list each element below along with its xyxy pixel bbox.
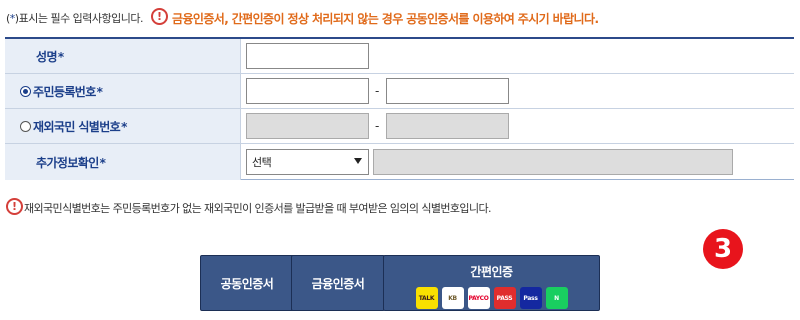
financial-cert-button[interactable]: 금융인증서: [291, 255, 385, 311]
required-star: *: [99, 155, 106, 170]
simple-auth-button[interactable]: 간편인증 TALK KB PAYCO PASS Pass N: [383, 255, 600, 311]
top-notes: (*)표시는 필수 입력사항입니다. ! 금융인증서, 간편인증이 정상 처리되…: [6, 6, 796, 28]
extra-info-select[interactable]: 선택: [246, 149, 369, 175]
name-input[interactable]: [246, 43, 369, 69]
resident-number-label-cell: 주민등록번호*: [5, 74, 241, 108]
payco-icon[interactable]: PAYCO: [467, 287, 490, 309]
step-badge: 3: [703, 229, 743, 269]
simple-auth-button-label: 간편인증: [470, 265, 513, 279]
form-row-overseas-number: 재외국민 식별번호* -: [5, 109, 794, 144]
pass-icon[interactable]: PASS: [493, 287, 516, 309]
provider-label: KB: [448, 294, 457, 302]
extra-info-label-cell: 추가정보확인*: [5, 144, 241, 180]
top-warning-text: 금융인증서, 간편인증이 정상 처리되지 않는 경우 공동인증서를 이용하여 주…: [172, 12, 599, 26]
provider-label: PAYCO: [468, 294, 489, 302]
overseas-number-label-cell: 재외국민 식별번호*: [5, 109, 241, 143]
form-row-resident-number: 주민등록번호* -: [5, 74, 794, 109]
financial-cert-button-label: 금융인증서: [311, 276, 365, 291]
extra-info-input[interactable]: [373, 149, 733, 175]
provider-label: TALK: [418, 294, 435, 302]
form-row-extra-info: 추가정보확인* 선택: [5, 144, 794, 180]
kakaotalk-icon[interactable]: TALK: [415, 287, 438, 309]
required-star: *: [96, 84, 103, 99]
overseas-number-back-input[interactable]: [386, 113, 509, 139]
name-label-cell: 성명*: [5, 39, 241, 73]
overseas-number-label-text: 재외국민 식별번호: [33, 119, 121, 134]
warning-icon: !: [6, 198, 23, 215]
form-row-name: 성명*: [5, 39, 794, 74]
overseas-number-label: 재외국민 식별번호*: [33, 118, 127, 135]
extra-info-select-value: 선택: [252, 156, 272, 169]
provider-label: PASS: [496, 294, 513, 302]
extra-info-label: 추가정보확인*: [36, 154, 106, 171]
chevron-down-icon: [354, 158, 362, 164]
required-note-text: )표시는 필수 입력사항입니다.: [14, 12, 144, 25]
provider-logos: TALK KB PAYCO PASS Pass N: [415, 287, 568, 309]
provider-label: N: [554, 294, 559, 302]
name-label: 성명*: [36, 48, 64, 65]
resident-number-label: 주민등록번호*: [33, 83, 103, 100]
resident-number-back-input[interactable]: [386, 78, 509, 104]
required-star: *: [121, 119, 127, 134]
kb-icon[interactable]: KB: [441, 287, 464, 309]
overseas-number-radio[interactable]: [20, 120, 31, 132]
extra-info-label-text: 추가정보확인: [36, 155, 99, 170]
overseas-number-dash: -: [375, 119, 380, 133]
samsung-pass-icon[interactable]: Pass: [519, 287, 542, 309]
joint-cert-button[interactable]: 공동인증서: [200, 255, 294, 311]
resident-number-radio[interactable]: [20, 85, 31, 97]
overseas-number-front-input[interactable]: [246, 113, 369, 139]
provider-label: Pass: [523, 294, 538, 302]
bottom-warning-text: 재외국민식별번호는 주민등록번호가 없는 재외국민이 인증서를 발급받을 때 부…: [24, 202, 491, 215]
warning-icon: !: [151, 8, 168, 25]
resident-number-dash: -: [375, 84, 380, 98]
name-label-text: 성명: [36, 49, 57, 64]
resident-number-front-input[interactable]: [246, 78, 369, 104]
joint-cert-button-label: 공동인증서: [220, 276, 274, 291]
naver-icon[interactable]: N: [545, 287, 568, 309]
required-note: (*)표시는 필수 입력사항입니다.: [6, 10, 144, 26]
resident-number-label-text: 주민등록번호: [33, 84, 96, 99]
identity-form: 성명* 주민등록번호* - 재외국민 식별번호* - 추가정보확인* 선택: [5, 37, 794, 180]
required-star: *: [57, 49, 64, 64]
